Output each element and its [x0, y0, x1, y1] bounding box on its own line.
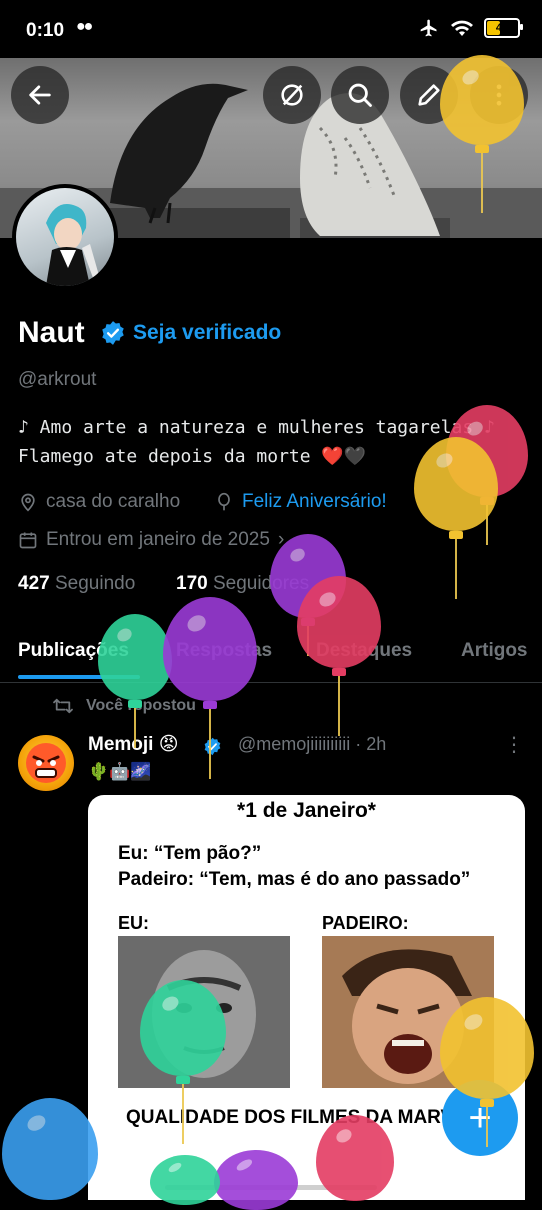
post-verified-badge-icon	[204, 737, 221, 756]
home-indicator	[165, 1185, 377, 1190]
profile-tabs: Publicações Respostas Destaques Artigos	[0, 628, 542, 683]
meme-line-1: Eu: “Tem pão?”	[118, 843, 262, 864]
search-icon	[348, 83, 372, 107]
status-bar: 0:10 ●● 42	[0, 0, 542, 58]
birthday-link[interactable]: Feliz Aniversário!	[242, 491, 387, 513]
post-author-name[interactable]: Memoji 😡	[88, 733, 179, 756]
calendar-icon	[19, 532, 37, 549]
arrow-left-icon	[29, 85, 51, 105]
grok-button[interactable]	[263, 66, 321, 124]
post-more-icon[interactable]: ⋮	[504, 732, 524, 757]
angry-face-icon	[26, 743, 66, 783]
active-tab-indicator	[18, 675, 140, 679]
following-label: Seguindo	[54, 573, 136, 594]
profile-name: Naut	[18, 316, 85, 349]
profile-handle: @arkrout	[18, 369, 97, 390]
balloon-icon	[218, 492, 230, 511]
compose-post-button[interactable]: +	[442, 1080, 518, 1156]
meme-face-right-image	[322, 936, 494, 1088]
meme-bottom-caption: QUALIDADE DOS FILMES DA MARVEL	[126, 1107, 478, 1128]
repost-indicator: Você repostou	[52, 697, 196, 715]
meme-line-2: Padeiro: “Tem, mas é do ano passado”	[118, 869, 471, 890]
followers-label: Seguidores	[212, 573, 310, 594]
battery-level: 42	[495, 22, 509, 34]
get-verified-link[interactable]: Seja verificado	[133, 321, 281, 345]
edit-button[interactable]	[400, 66, 458, 124]
status-time: 0:10	[26, 20, 65, 41]
plus-icon: +	[468, 1095, 492, 1140]
profile-bio: ♪ Amo arte a natureza e mulheres tagarel…	[18, 413, 538, 471]
profile-location: casa do caralho	[18, 491, 180, 513]
repost-icon	[53, 698, 73, 714]
balloon-icon	[2, 1098, 98, 1200]
avatar-anime-image	[46, 204, 102, 286]
followers-link[interactable]: 170 Seguidores	[176, 573, 309, 595]
location-pin-icon	[21, 493, 35, 512]
wifi-icon	[451, 20, 473, 36]
chevron-right-icon: ›	[277, 529, 285, 550]
repost-label: Você repostou	[86, 697, 196, 714]
meme-title: *1 de Janeiro*	[237, 799, 376, 822]
meme-label-left: EU:	[118, 913, 149, 933]
tab-posts[interactable]: Publicações	[18, 640, 129, 662]
profile-birthday: Feliz Aniversário!	[214, 491, 387, 513]
status-icons: 42	[418, 18, 523, 38]
airplane-icon	[420, 19, 437, 37]
meme-face-left-image	[118, 936, 290, 1088]
more-vertical-icon	[496, 84, 502, 106]
tab-articles[interactable]: Artigos	[461, 640, 528, 662]
back-button[interactable]	[11, 66, 69, 124]
location-text: casa do caralho	[46, 491, 181, 512]
grok-icon	[281, 84, 303, 106]
verified-badge-icon	[102, 321, 124, 345]
pencil-icon	[418, 84, 440, 106]
bio-line-2: Flamego ate depois da morte ❤️🖤	[18, 446, 367, 467]
following-count: 427	[18, 573, 50, 594]
following-link[interactable]: 427 Seguindo	[18, 573, 135, 595]
bio-line-1: ♪ Amo arte a natureza e mulheres tagarel…	[18, 417, 495, 438]
post-author-handle: @memojiiiiiiiiii · 2h	[238, 734, 387, 754]
profile-joined: Entrou em janeiro de 2025 ›	[18, 529, 284, 551]
post-author-avatar[interactable]	[18, 735, 74, 791]
more-button[interactable]	[470, 66, 528, 124]
tab-highlights[interactable]: Destaques	[316, 640, 412, 662]
tab-replies[interactable]: Respostas	[176, 640, 272, 662]
post-text: 🌵🤖🌌	[88, 762, 152, 781]
joined-text: Entrou em janeiro de 2025	[46, 529, 270, 550]
search-button[interactable]	[331, 66, 389, 124]
profile-avatar[interactable]	[12, 184, 118, 290]
notification-dots-icon: ●●	[76, 18, 93, 35]
meme-label-right: PADEIRO:	[322, 913, 409, 933]
battery-icon: 42	[484, 18, 523, 38]
followers-count: 170	[176, 573, 208, 594]
